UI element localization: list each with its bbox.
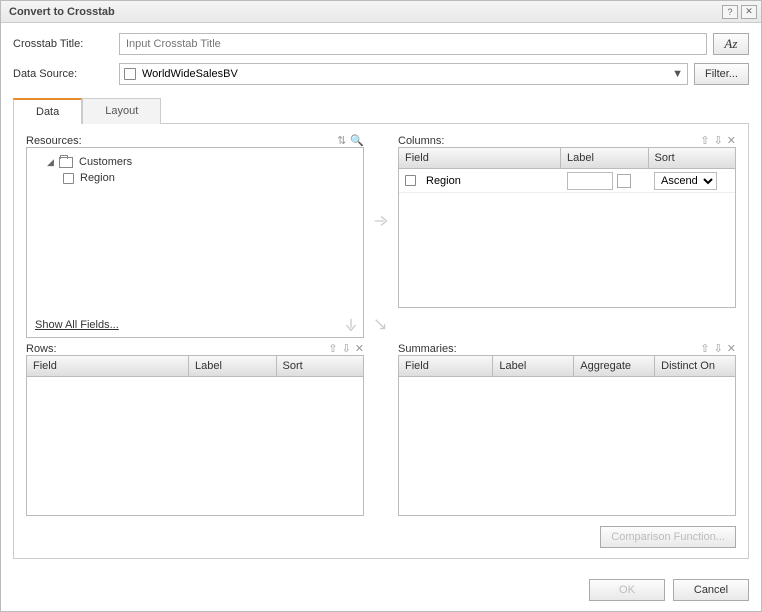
rows-up-icon[interactable]: ⇧ — [328, 342, 337, 355]
summaries-body[interactable] — [399, 377, 735, 515]
dialog-title: Convert to Crosstab — [5, 6, 719, 18]
columns-header: Field Label Sort — [399, 148, 735, 169]
columns-field-value: Region — [426, 175, 461, 187]
tabs: Data Layout — [13, 97, 749, 124]
columns-remove-icon[interactable]: ✕ — [727, 134, 736, 147]
comparison-function-button[interactable]: Comparison Function... — [600, 526, 736, 548]
rows-header: Field Label Sort — [27, 356, 363, 377]
field-icon — [405, 175, 416, 186]
rows-down-icon[interactable]: ⇩ — [342, 342, 351, 355]
dialog: Convert to Crosstab ? ✕ Crosstab Title: … — [0, 0, 762, 612]
summaries-remove-icon[interactable]: ✕ — [727, 342, 736, 355]
resources-sort-icon[interactable]: ⇅ — [337, 134, 346, 147]
data-source-label: Data Source: — [13, 68, 113, 80]
columns-box: Field Label Sort Region — [398, 147, 736, 308]
tree-node-region[interactable]: Region — [33, 170, 357, 186]
crosstab-title-row: Crosstab Title: Aᴢ — [13, 33, 749, 55]
summaries-up-icon[interactable]: ⇧ — [700, 342, 709, 355]
columns-panel: Columns: ⇧ ⇩ ✕ Field Label Sort — [398, 134, 736, 308]
tree-label: Region — [80, 172, 115, 184]
footer: OK Cancel — [1, 569, 761, 611]
sum-label-header: Label — [493, 356, 574, 376]
summaries-header: Field Label Aggregate Distinct On — [399, 356, 735, 377]
rows-label-row: Rows: ⇧ ⇩ ✕ — [26, 342, 364, 355]
resources-label-row: Resources: ⇅ 🔍 — [26, 134, 364, 147]
rows-label-header: Label — [189, 356, 277, 376]
close-button[interactable]: ✕ — [741, 5, 757, 19]
ok-button[interactable]: OK — [589, 579, 665, 601]
folder-icon — [59, 157, 73, 168]
rows-label: Rows: — [26, 343, 57, 355]
rows-field-header: Field — [27, 356, 189, 376]
arrow-right[interactable] — [368, 134, 394, 308]
content: Crosstab Title: Aᴢ Data Source: WorldWid… — [1, 23, 761, 569]
columns-down-icon[interactable]: ⇩ — [714, 134, 723, 147]
summaries-label: Summaries: — [398, 343, 457, 355]
summaries-down-icon[interactable]: ⇩ — [714, 342, 723, 355]
dropdown-caret-icon: ▼ — [672, 68, 683, 80]
font-button[interactable]: Aᴢ — [713, 33, 749, 55]
filter-button[interactable]: Filter... — [694, 63, 749, 85]
data-source-select[interactable]: WorldWideSalesBV ▼ — [119, 63, 688, 85]
sum-distinct-header: Distinct On — [655, 356, 735, 376]
rows-remove-icon[interactable]: ✕ — [355, 342, 364, 355]
tab-data[interactable]: Data — [13, 98, 82, 124]
col-sort-header: Sort — [649, 148, 736, 168]
rows-box: Field Label Sort — [26, 355, 364, 516]
summaries-box: Field Label Aggregate Distinct On — [398, 355, 736, 516]
titlebar: Convert to Crosstab ? ✕ — [1, 1, 761, 23]
resources-box: ◢ Customers Region Show All Fields... — [26, 147, 364, 338]
data-source-row: Data Source: WorldWideSalesBV ▼ Filter..… — [13, 63, 749, 85]
crosstab-title-label: Crosstab Title: — [13, 38, 113, 50]
cancel-button[interactable]: Cancel — [673, 579, 749, 601]
data-source-value: WorldWideSalesBV — [142, 68, 238, 80]
sum-field-header: Field — [399, 356, 493, 376]
sum-aggregate-header: Aggregate — [574, 356, 655, 376]
summaries-label-row: Summaries: ⇧ ⇩ ✕ — [398, 342, 736, 355]
arrow-down[interactable] — [26, 312, 364, 338]
workarea: Resources: ⇅ 🔍 ◢ Customers — [13, 124, 749, 559]
columns-label-input[interactable] — [567, 172, 613, 190]
crosstab-title-input[interactable] — [119, 33, 707, 55]
help-button[interactable]: ? — [722, 5, 738, 19]
columns-row[interactable]: Region Ascend — [399, 169, 735, 193]
columns-body: Region Ascend — [399, 169, 735, 307]
columns-up-icon[interactable]: ⇧ — [700, 134, 709, 147]
resources-label: Resources: — [26, 135, 82, 147]
col-field-header: Field — [399, 148, 561, 168]
expander-icon[interactable]: ◢ — [47, 157, 57, 168]
field-icon — [63, 173, 74, 184]
rows-sort-header: Sort — [277, 356, 364, 376]
rows-panel: Rows: ⇧ ⇩ ✕ Field Label Sort — [26, 342, 364, 516]
resources-tree[interactable]: ◢ Customers Region — [27, 148, 363, 313]
col-label-header: Label — [561, 148, 649, 168]
resources-panel: Resources: ⇅ 🔍 ◢ Customers — [26, 134, 364, 338]
columns-label-checkbox[interactable] — [617, 174, 631, 188]
columns-label-row: Columns: ⇧ ⇩ ✕ — [398, 134, 736, 147]
columns-label: Columns: — [398, 135, 444, 147]
comparison-row: Comparison Function... — [398, 526, 736, 548]
rows-body[interactable] — [27, 377, 363, 515]
tree-node-customers[interactable]: ◢ Customers — [33, 154, 357, 170]
summaries-panel: Summaries: ⇧ ⇩ ✕ Field Label Aggregate D… — [398, 342, 736, 516]
datasource-icon — [124, 68, 136, 80]
columns-sort-select[interactable]: Ascend — [654, 172, 717, 190]
arrow-diagonal[interactable] — [368, 312, 394, 338]
tree-label: Customers — [79, 156, 132, 168]
resources-search-icon[interactable]: 🔍 — [350, 134, 364, 147]
tab-layout[interactable]: Layout — [82, 98, 161, 124]
